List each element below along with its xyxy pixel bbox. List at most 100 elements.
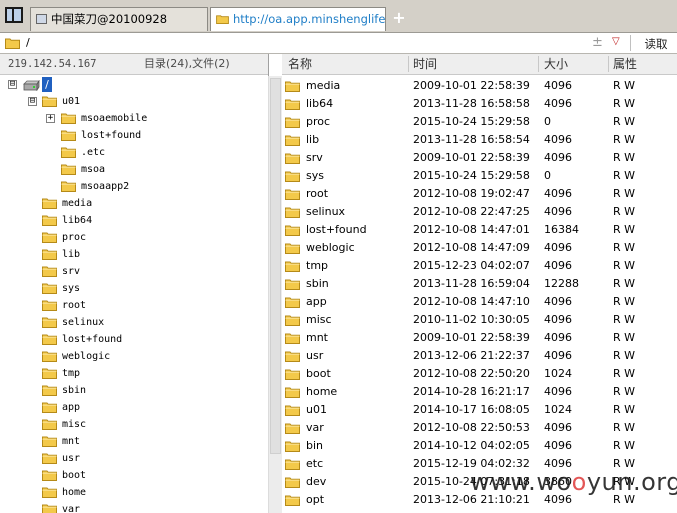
file-size: 4096 bbox=[544, 241, 572, 254]
file-row[interactable]: app 2012-10-08 14:47:10 4096 R W bbox=[282, 293, 677, 311]
file-name: sbin bbox=[306, 277, 329, 290]
file-size: 4096 bbox=[544, 79, 572, 92]
file-size: 4096 bbox=[544, 331, 572, 344]
chevron-down-icon[interactable]: ▽ bbox=[612, 36, 620, 47]
tree-item-label: app bbox=[62, 402, 81, 413]
tree-item-label: msoaemobile bbox=[81, 113, 148, 124]
tab-caidao[interactable]: 中国菜刀@20100928 bbox=[30, 7, 208, 31]
folder-icon bbox=[5, 38, 20, 49]
file-time: 2015-12-23 04:02:07 bbox=[413, 259, 530, 272]
collapse-toggle[interactable]: ⊟ bbox=[8, 80, 17, 89]
file-row[interactable]: u01 2014-10-17 16:08:05 1024 R W bbox=[282, 401, 677, 419]
folder-icon bbox=[61, 112, 76, 130]
column-divider[interactable] bbox=[408, 56, 409, 72]
file-row[interactable]: tmp 2015-12-23 04:02:07 4096 R W bbox=[282, 257, 677, 275]
tree-item-label: home bbox=[62, 487, 87, 498]
file-row[interactable]: lost+found 2012-10-08 14:47:01 16384 R W bbox=[282, 221, 677, 239]
file-attr: R W bbox=[613, 205, 636, 218]
tree-scrollbar[interactable] bbox=[268, 76, 283, 513]
folder-icon bbox=[42, 367, 57, 385]
tree-item-label: srv bbox=[62, 266, 81, 277]
tree-root-node[interactable]: / bbox=[42, 77, 52, 92]
file-name: opt bbox=[306, 493, 325, 506]
file-time: 2015-10-24 15:29:58 bbox=[413, 169, 530, 182]
file-time: 2012-10-08 22:47:25 bbox=[413, 205, 530, 218]
tree-item-label: lost+found bbox=[81, 130, 142, 141]
server-ip: 219.142.54.167 bbox=[8, 58, 97, 70]
file-name: etc bbox=[306, 457, 324, 470]
file-row[interactable]: srv 2009-10-01 22:58:39 4096 R W bbox=[282, 149, 677, 167]
tree-item-label: u01 bbox=[62, 96, 81, 107]
file-row[interactable]: usr 2013-12-06 21:22:37 4096 R W bbox=[282, 347, 677, 365]
file-row[interactable]: bin 2014-10-12 04:02:05 4096 R W bbox=[282, 437, 677, 455]
tree-item-label: tmp bbox=[62, 368, 81, 379]
col-time-header[interactable]: 时间 bbox=[413, 54, 437, 74]
tree-item-label: selinux bbox=[62, 317, 105, 328]
file-time: 2013-12-06 21:22:37 bbox=[413, 349, 530, 362]
tab-bar: 中国菜刀@20100928 http://oa.app.minshenglife… bbox=[0, 0, 677, 33]
file-row[interactable]: root 2012-10-08 19:02:47 4096 R W bbox=[282, 185, 677, 203]
file-row[interactable]: media 2009-10-01 22:58:39 4096 R W bbox=[282, 77, 677, 95]
file-attr: R W bbox=[613, 331, 636, 344]
file-row[interactable]: misc 2010-11-02 10:30:05 4096 R W bbox=[282, 311, 677, 329]
expand-toggle[interactable]: + bbox=[46, 114, 55, 123]
file-name: lib64 bbox=[306, 97, 334, 110]
folder-icon bbox=[42, 333, 57, 351]
file-row[interactable]: lib 2013-11-28 16:58:54 4096 R W bbox=[282, 131, 677, 149]
file-row[interactable]: lib64 2013-11-28 16:58:58 4096 R W bbox=[282, 95, 677, 113]
file-attr: R W bbox=[613, 277, 636, 290]
tree-item-label: var bbox=[62, 504, 81, 513]
file-size: 4096 bbox=[544, 385, 572, 398]
folder-icon bbox=[42, 401, 57, 419]
file-row[interactable]: sbin 2013-11-28 16:59:04 12288 R W bbox=[282, 275, 677, 293]
file-name: usr bbox=[306, 349, 324, 362]
file-time: 2009-10-01 22:58:39 bbox=[413, 79, 530, 92]
file-attr: R W bbox=[613, 421, 636, 434]
column-divider[interactable] bbox=[538, 56, 539, 72]
app-window-icon[interactable] bbox=[5, 7, 23, 23]
plus-minus-icon[interactable]: ± bbox=[592, 35, 603, 50]
col-name-header[interactable]: 名称 bbox=[288, 54, 312, 74]
file-size: 4096 bbox=[544, 187, 572, 200]
file-row[interactable]: home 2014-10-28 16:21:17 4096 R W bbox=[282, 383, 677, 401]
col-size-header[interactable]: 大小 bbox=[544, 54, 568, 74]
file-time: 2014-10-28 16:21:17 bbox=[413, 385, 530, 398]
tree-item-label: mnt bbox=[62, 436, 81, 447]
file-size: 4096 bbox=[544, 205, 572, 218]
scrollbar-thumb[interactable] bbox=[270, 78, 281, 454]
file-size: 0 bbox=[544, 169, 551, 182]
file-row[interactable]: proc 2015-10-24 15:29:58 0 R W bbox=[282, 113, 677, 131]
read-button[interactable]: 读取 bbox=[636, 36, 676, 52]
file-row[interactable]: selinux 2012-10-08 22:47:25 4096 R W bbox=[282, 203, 677, 221]
path-input[interactable]: / bbox=[26, 36, 30, 49]
page-icon bbox=[36, 13, 47, 24]
column-divider[interactable] bbox=[608, 56, 609, 72]
folder-icon bbox=[42, 486, 57, 504]
collapse-toggle[interactable]: ⊟ bbox=[28, 97, 37, 106]
file-time: 2010-11-02 10:30:05 bbox=[413, 313, 530, 326]
file-size: 1024 bbox=[544, 403, 572, 416]
col-attr-header[interactable]: 属性 bbox=[613, 54, 637, 74]
tree-item-label: weblogic bbox=[62, 351, 111, 362]
file-row[interactable]: weblogic 2012-10-08 14:47:09 4096 R W bbox=[282, 239, 677, 257]
new-tab-button[interactable]: + bbox=[390, 9, 408, 27]
file-name: lost+found bbox=[306, 223, 367, 236]
file-size: 4096 bbox=[544, 439, 572, 452]
file-attr: R W bbox=[613, 367, 636, 380]
folder-icon bbox=[42, 435, 57, 453]
file-size: 16384 bbox=[544, 223, 579, 236]
file-name: mnt bbox=[306, 331, 328, 344]
file-row[interactable]: sys 2015-10-24 15:29:58 0 R W bbox=[282, 167, 677, 185]
file-row[interactable]: boot 2012-10-08 22:50:20 1024 R W bbox=[282, 365, 677, 383]
tree-item-label: lib bbox=[62, 249, 81, 260]
file-time: 2014-10-12 04:02:05 bbox=[413, 439, 530, 452]
file-time: 2012-10-08 14:47:09 bbox=[413, 241, 530, 254]
file-time: 2015-10-24 15:29:58 bbox=[413, 115, 530, 128]
file-row[interactable]: mnt 2009-10-01 22:58:39 4096 R W bbox=[282, 329, 677, 347]
file-name: misc bbox=[306, 313, 332, 326]
file-row[interactable]: var 2012-10-08 22:50:53 4096 R W bbox=[282, 419, 677, 437]
tab-oa-site[interactable]: http://oa.app.minshenglife.co... bbox=[210, 7, 386, 31]
tree-item-label: root bbox=[62, 300, 87, 311]
folder-icon bbox=[42, 231, 57, 249]
folder-icon bbox=[61, 129, 76, 147]
